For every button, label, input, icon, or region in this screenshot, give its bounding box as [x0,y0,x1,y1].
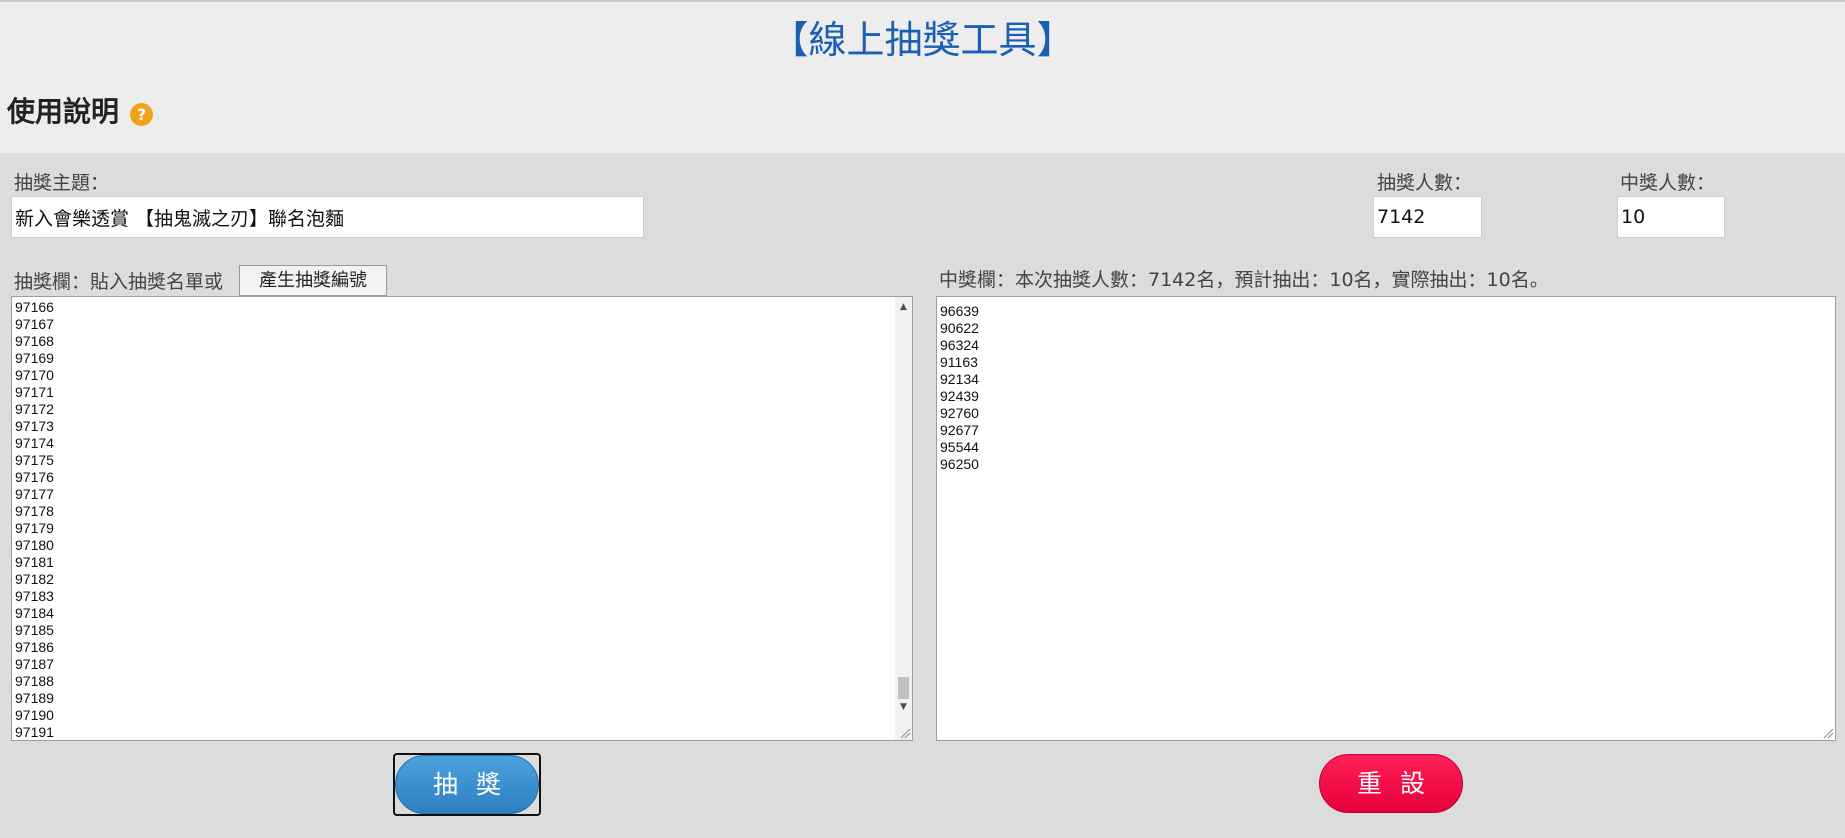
winner-list-item: 90622 [940,320,979,336]
winner-list-textarea[interactable]: 96639 90622 96324 91163 92134 92439 92760 92677… [936,296,1836,741]
winner-list-item: 92439 [940,388,979,404]
generate-numbers-button[interactable]: 產生抽獎編號 [239,265,387,296]
winner-list-item: 96250 [940,456,979,472]
draw-list-item: 97177 [15,486,54,502]
draw-list-item: 97173 [15,418,54,434]
winner-list-item: 96324 [940,337,979,353]
winner-list-item: 91163 [940,354,978,370]
draw-list-item: 97168 [15,333,54,349]
draw-list-lines: 97166 97167 97168 97169 97170 97171 97172 97173… [15,299,54,740]
winner-panel-label: 中獎欄：本次抽獎人數：7142名，預計抽出：10名，實際抽出：10名。 [939,269,1549,291]
draw-list-item: 97189 [15,690,54,706]
draw-list-item: 97181 [15,554,54,570]
draw-panel-label: 抽獎欄：貼入抽獎名單或 [14,271,224,293]
draw-list-item: 97180 [15,537,54,553]
help-row[interactable]: 使用說明 ? [7,91,154,133]
winners-input[interactable] [1617,196,1725,238]
draw-list-item: 97167 [15,316,54,332]
help-icon[interactable]: ? [130,102,154,126]
topic-input[interactable] [11,196,644,238]
draw-list-item: 97170 [15,367,54,383]
draw-list-item: 97185 [15,622,54,638]
draw-button[interactable]: 抽獎 [395,755,539,814]
winner-list-item: 92677 [940,422,979,438]
draw-list-item: 97178 [15,503,54,519]
help-title[interactable]: 使用說明 [7,94,119,130]
draw-list-item: 97184 [15,605,54,621]
winner-list-item: 95544 [940,439,979,455]
reset-button[interactable]: 重設 [1319,754,1463,813]
draw-list-item: 97187 [15,656,54,672]
draw-list-item: 97174 [15,435,54,451]
draw-list-item: 97175 [15,452,54,468]
scroll-thumb[interactable] [898,677,909,699]
draw-list-item: 97182 [15,571,54,587]
winners-label: 中獎人數： [1620,172,1716,194]
winner-list-lines: 96639 90622 96324 91163 92134 92439 92760 92677… [940,303,979,473]
draw-list-item: 97171 [15,384,54,400]
resize-grip-icon[interactable] [1822,727,1834,739]
winner-list-item: 92134 [940,371,979,387]
draw-list-item: 97172 [15,401,54,417]
draw-list-item: 97179 [15,520,54,536]
entrants-label: 抽獎人數： [1377,172,1473,194]
draw-list-item: 97186 [15,639,54,655]
draw-list-textarea[interactable]: 97166 97167 97168 97169 97170 97171 97172 97173… [11,296,913,741]
winner-list-item: 96639 [940,303,979,319]
draw-list-scrollbar[interactable]: ▲ ▼ [895,297,912,740]
winner-list-item: 92760 [940,405,979,421]
draw-list-item: 97183 [15,588,54,604]
resize-grip-icon[interactable] [899,727,911,739]
draw-list-item: 97166 [15,299,54,315]
draw-list-item: 97169 [15,350,54,366]
scroll-up-icon[interactable]: ▲ [895,299,912,316]
draw-list-item: 97188 [15,673,54,689]
scroll-down-icon[interactable]: ▼ [895,699,912,716]
entrants-input[interactable] [1373,196,1482,238]
topic-label: 抽獎主題： [14,172,110,194]
page-title: 【線上抽獎工具】 [770,18,1075,62]
header-area: 【線上抽獎工具】 使用說明 ? [0,2,1845,153]
draw-list-item: 97176 [15,469,54,485]
draw-list-item: 97191 [15,724,54,740]
draw-list-item: 97190 [15,707,54,723]
